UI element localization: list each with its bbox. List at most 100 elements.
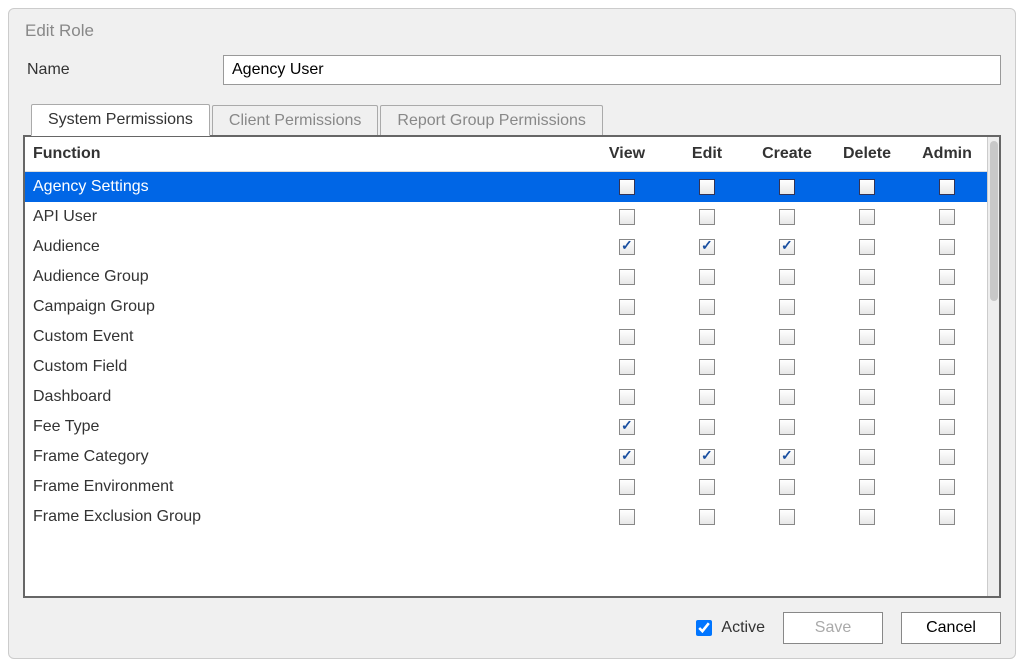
- create-checkbox[interactable]: [779, 299, 795, 315]
- view-checkbox[interactable]: [619, 239, 635, 255]
- admin-checkbox[interactable]: [939, 419, 955, 435]
- edit-cell: [667, 472, 747, 502]
- admin-checkbox[interactable]: [939, 299, 955, 315]
- admin-checkbox[interactable]: [939, 509, 955, 525]
- table-row[interactable]: Custom Field: [25, 352, 987, 382]
- edit-checkbox[interactable]: [699, 239, 715, 255]
- delete-checkbox[interactable]: [859, 239, 875, 255]
- table-row[interactable]: Dashboard: [25, 382, 987, 412]
- create-checkbox[interactable]: [779, 329, 795, 345]
- create-checkbox[interactable]: [779, 209, 795, 225]
- create-cell: [747, 202, 827, 232]
- create-checkbox[interactable]: [779, 239, 795, 255]
- view-checkbox[interactable]: [619, 299, 635, 315]
- view-checkbox[interactable]: [619, 449, 635, 465]
- edit-checkbox[interactable]: [699, 179, 715, 195]
- view-checkbox[interactable]: [619, 419, 635, 435]
- tab-client[interactable]: Client Permissions: [212, 105, 378, 136]
- create-checkbox[interactable]: [779, 419, 795, 435]
- table-row[interactable]: Agency Settings: [25, 172, 987, 203]
- col-edit[interactable]: Edit: [667, 137, 747, 172]
- name-input[interactable]: [223, 55, 1001, 85]
- create-checkbox[interactable]: [779, 179, 795, 195]
- table-row[interactable]: Campaign Group: [25, 292, 987, 322]
- vertical-scrollbar[interactable]: [987, 137, 999, 596]
- admin-checkbox[interactable]: [939, 329, 955, 345]
- delete-checkbox[interactable]: [859, 449, 875, 465]
- edit-cell: [667, 382, 747, 412]
- delete-cell: [827, 412, 907, 442]
- create-checkbox[interactable]: [779, 449, 795, 465]
- col-admin[interactable]: Admin: [907, 137, 987, 172]
- delete-checkbox[interactable]: [859, 299, 875, 315]
- create-checkbox[interactable]: [779, 269, 795, 285]
- function-cell: Custom Field: [25, 352, 587, 382]
- table-row[interactable]: Fee Type: [25, 412, 987, 442]
- table-row[interactable]: Audience Group: [25, 262, 987, 292]
- table-row[interactable]: Custom Event: [25, 322, 987, 352]
- admin-checkbox[interactable]: [939, 359, 955, 375]
- delete-checkbox[interactable]: [859, 509, 875, 525]
- admin-checkbox[interactable]: [939, 179, 955, 195]
- edit-checkbox[interactable]: [699, 509, 715, 525]
- edit-checkbox[interactable]: [699, 269, 715, 285]
- delete-checkbox[interactable]: [859, 479, 875, 495]
- admin-checkbox[interactable]: [939, 479, 955, 495]
- view-checkbox[interactable]: [619, 269, 635, 285]
- view-checkbox[interactable]: [619, 359, 635, 375]
- col-view[interactable]: View: [587, 137, 667, 172]
- view-checkbox[interactable]: [619, 209, 635, 225]
- edit-checkbox[interactable]: [699, 419, 715, 435]
- create-checkbox[interactable]: [779, 479, 795, 495]
- edit-checkbox[interactable]: [699, 209, 715, 225]
- delete-checkbox[interactable]: [859, 419, 875, 435]
- cancel-button[interactable]: Cancel: [901, 612, 1001, 644]
- edit-checkbox[interactable]: [699, 449, 715, 465]
- active-toggle[interactable]: Active: [692, 617, 765, 639]
- create-cell: [747, 412, 827, 442]
- create-checkbox[interactable]: [779, 509, 795, 525]
- admin-checkbox[interactable]: [939, 389, 955, 405]
- delete-checkbox[interactable]: [859, 269, 875, 285]
- create-checkbox[interactable]: [779, 389, 795, 405]
- scrollbar-thumb[interactable]: [990, 141, 998, 301]
- delete-checkbox[interactable]: [859, 359, 875, 375]
- table-row[interactable]: Frame Environment: [25, 472, 987, 502]
- edit-checkbox[interactable]: [699, 479, 715, 495]
- table-row[interactable]: Audience: [25, 232, 987, 262]
- delete-cell: [827, 442, 907, 472]
- admin-checkbox[interactable]: [939, 239, 955, 255]
- admin-checkbox[interactable]: [939, 209, 955, 225]
- create-checkbox[interactable]: [779, 359, 795, 375]
- edit-checkbox[interactable]: [699, 299, 715, 315]
- col-function[interactable]: Function: [25, 137, 587, 172]
- active-checkbox[interactable]: [696, 620, 712, 636]
- admin-checkbox[interactable]: [939, 269, 955, 285]
- col-create[interactable]: Create: [747, 137, 827, 172]
- delete-checkbox[interactable]: [859, 179, 875, 195]
- view-checkbox[interactable]: [619, 509, 635, 525]
- admin-cell: [907, 172, 987, 203]
- tab-system[interactable]: System Permissions: [31, 104, 210, 136]
- tab-report[interactable]: Report Group Permissions: [380, 105, 603, 136]
- dialog-footer: Active Save Cancel: [23, 598, 1001, 644]
- admin-checkbox[interactable]: [939, 449, 955, 465]
- col-delete[interactable]: Delete: [827, 137, 907, 172]
- save-button[interactable]: Save: [783, 612, 883, 644]
- edit-checkbox[interactable]: [699, 389, 715, 405]
- delete-checkbox[interactable]: [859, 209, 875, 225]
- view-checkbox[interactable]: [619, 389, 635, 405]
- delete-checkbox[interactable]: [859, 389, 875, 405]
- view-checkbox[interactable]: [619, 479, 635, 495]
- view-cell: [587, 352, 667, 382]
- delete-checkbox[interactable]: [859, 329, 875, 345]
- table-row[interactable]: Frame Exclusion Group: [25, 502, 987, 532]
- view-checkbox[interactable]: [619, 329, 635, 345]
- delete-cell: [827, 262, 907, 292]
- view-checkbox[interactable]: [619, 179, 635, 195]
- edit-checkbox[interactable]: [699, 359, 715, 375]
- table-row[interactable]: Frame Category: [25, 442, 987, 472]
- edit-checkbox[interactable]: [699, 329, 715, 345]
- table-row[interactable]: API User: [25, 202, 987, 232]
- admin-cell: [907, 232, 987, 262]
